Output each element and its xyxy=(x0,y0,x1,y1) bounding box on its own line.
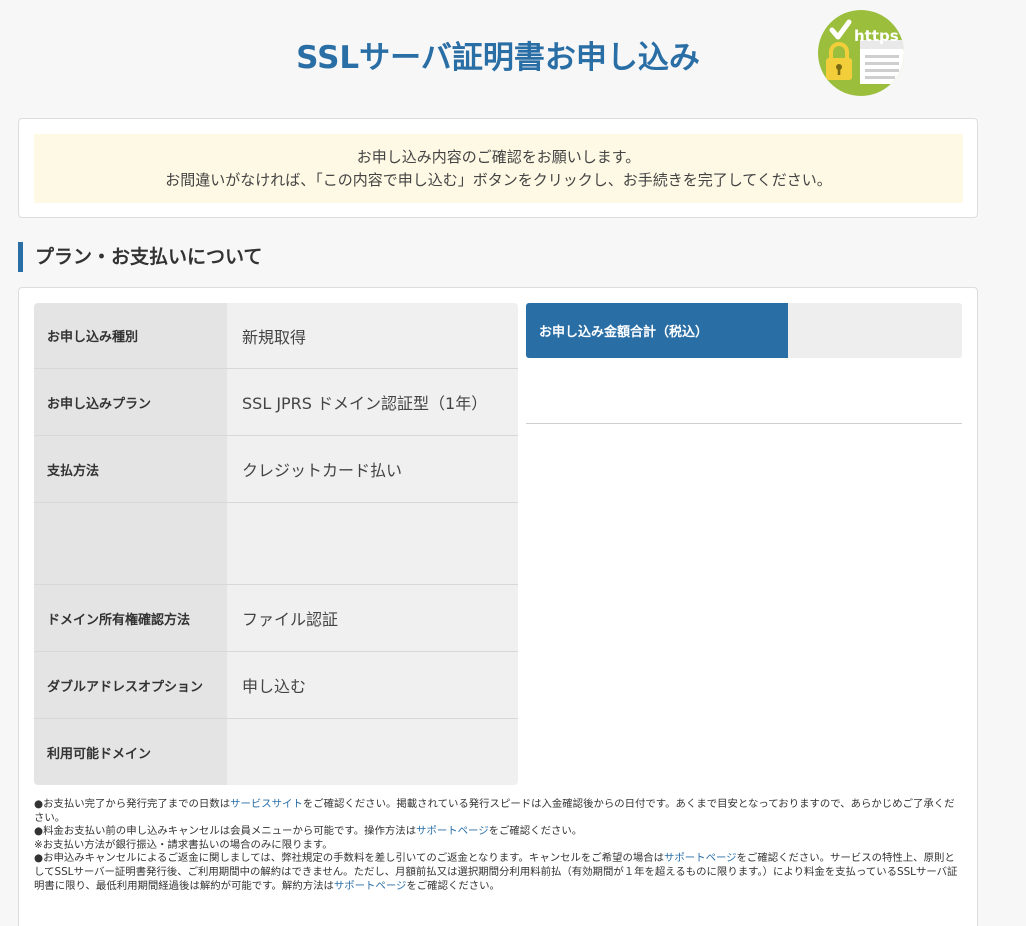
row-label: 利用可能ドメイン xyxy=(34,719,227,785)
svg-text:https: https xyxy=(854,27,899,45)
order-details-table: お申し込み種別 新規取得 お申し込みプラン SSL JPRS ドメイン認証型（1… xyxy=(34,303,518,785)
row-label: ダブルアドレスオプション xyxy=(34,652,227,718)
row-value: 新規取得 xyxy=(227,303,518,368)
https-lock-icon: https xyxy=(826,19,904,84)
note-cancel-before-payment: ●料金お支払い前の申し込みキャンセルは会員メニューから可能です。操作方法はサポー… xyxy=(34,825,583,838)
row-value: SSL JPRS ドメイン認証型（1年） xyxy=(227,369,518,435)
table-row-available-domain: 利用可能ドメイン xyxy=(34,719,518,785)
note-refund-policy: ●お申込みキャンセルによるご返金に関しましては、弊社規定の手数料を差し引いてのご… xyxy=(34,852,958,892)
table-row-domain-verification: ドメイン所有権確認方法 ファイル認証 xyxy=(34,585,518,652)
table-row-empty xyxy=(34,503,518,585)
table-row-double-address: ダブルアドレスオプション 申し込む xyxy=(34,652,518,719)
notes-section: ●お支払い完了から発行完了までの日数はサービスサイトをご確認ください。掲載されて… xyxy=(34,798,964,893)
notice-line-1: お申し込み内容のご確認をお願いします。 xyxy=(356,148,641,166)
row-value xyxy=(227,719,518,785)
row-label: お申し込みプラン xyxy=(34,369,227,435)
order-total-value xyxy=(788,303,962,358)
row-label: ドメイン所有権確認方法 xyxy=(34,585,227,651)
order-total-label: お申し込み金額合計（税込） xyxy=(526,303,788,358)
row-label: 支払方法 xyxy=(34,436,227,502)
support-page-link[interactable]: サポートページ xyxy=(664,852,737,864)
note-issuance-days: ●お支払い完了から発行完了までの日数はサービスサイトをご確認ください。掲載されて… xyxy=(34,798,955,824)
plan-payment-card: お申し込み種別 新規取得 お申し込みプラン SSL JPRS ドメイン認証型（1… xyxy=(18,287,978,926)
table-row-order-type: お申し込み種別 新規取得 xyxy=(34,303,518,369)
confirmation-notice: お申し込み内容のご確認をお願いします。 お間違いがなければ、「この内容で申し込む… xyxy=(18,118,978,218)
table-row-plan: お申し込みプラン SSL JPRS ドメイン認証型（1年） xyxy=(34,369,518,436)
row-label xyxy=(34,503,227,584)
row-value xyxy=(227,503,518,584)
support-page-link[interactable]: サポートページ xyxy=(334,880,407,892)
notice-line-2: お間違いがなければ、「この内容で申し込む」ボタンをクリックし、お手続きを完了して… xyxy=(165,171,832,189)
table-row-payment-method: 支払方法 クレジットカード払い xyxy=(34,436,518,503)
support-page-link[interactable]: サポートページ xyxy=(416,825,489,837)
section-heading-plan-payment: プラン・お支払いについて xyxy=(18,242,262,272)
row-label: お申し込み種別 xyxy=(34,303,227,368)
row-value: ファイル認証 xyxy=(227,585,518,651)
notice-message: お申し込み内容のご確認をお願いします。 お間違いがなければ、「この内容で申し込む… xyxy=(34,134,963,203)
https-badge-logo: https xyxy=(818,10,904,96)
row-value: 申し込む xyxy=(227,652,518,718)
row-value: クレジットカード払い xyxy=(227,436,518,502)
service-site-link[interactable]: サービスサイト xyxy=(230,798,303,810)
order-total-panel: お申し込み金額合計（税込） xyxy=(526,303,962,358)
divider xyxy=(526,423,962,424)
note-payment-method-limit: ※お支払い方法が銀行振込・請求書払いの場合のみに限ります。 xyxy=(34,838,333,851)
